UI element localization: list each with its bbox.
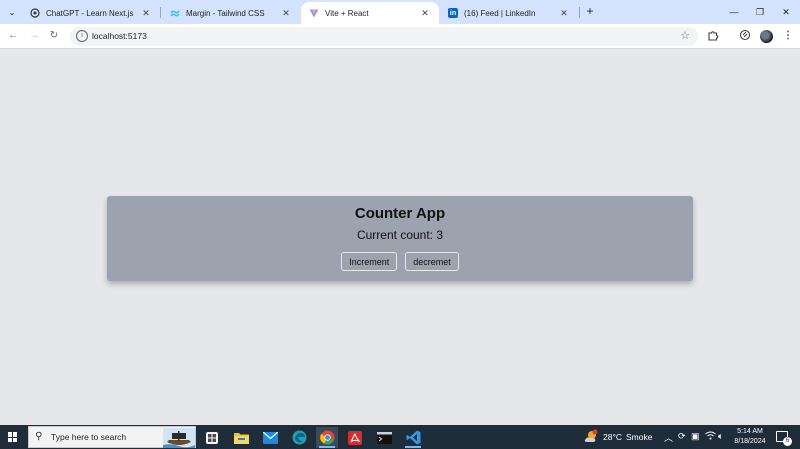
windows-start-icon[interactable] [8,432,18,442]
volume-icon[interactable]: 🔈︎ [718,431,723,442]
vite-favicon-icon [309,8,319,18]
site-info-icon[interactable]: i [76,30,88,42]
tab-vite-react[interactable]: Vite + React ✕ [301,2,439,24]
profile-avatar[interactable] [760,30,773,43]
restore-icon[interactable]: ❐ [746,2,774,22]
address-url[interactable]: localhost:5173 [92,30,147,43]
sync-status-icon[interactable]: ⟳ [678,431,686,442]
search-placeholder: Type here to search [51,432,127,442]
clock-date: 8/18/2024 [734,438,766,445]
decrement-button[interactable]: decremet [405,252,459,271]
terminal-icon[interactable] [373,427,395,448]
increment-button[interactable]: Increment [341,252,398,271]
wifi-icon[interactable] [705,431,716,442]
reload-icon[interactable]: ↻ [47,29,61,43]
acrobat-reader-icon[interactable] [344,427,366,448]
tab-close-icon[interactable]: ✕ [558,8,570,19]
tab-divider [579,7,580,18]
browser-tab-strip: ⌄ ChatGPT - Learn Next.js ✕ Margin - Tai… [0,0,800,24]
bookmark-star-icon[interactable]: ☆ [680,29,690,42]
task-view-icon[interactable] [201,427,223,448]
back-arrow-icon[interactable]: ← [6,29,20,43]
tab-linkedin[interactable]: in (16) Feed | LinkedIn ✕ [440,2,578,24]
counter-card: Counter App Current count: 3 Increment d… [107,196,693,281]
edge-browser-icon[interactable] [288,427,310,448]
address-bar[interactable]: i localhost:5173 ☆ [70,27,698,46]
weather-sun-icon[interactable] [584,429,598,445]
chatgpt-favicon-icon [30,8,40,18]
notification-center-icon[interactable]: 6 [776,431,792,446]
vscode-icon[interactable] [402,427,424,448]
tab-title: (16) Feed | LinkedIn [464,8,536,18]
extensions-puzzle-icon[interactable] [706,29,720,43]
tab-divider [160,7,161,18]
tailwind-favicon-icon [170,8,180,18]
current-count-text: Current count: 3 [356,228,444,242]
tab-title: ChatGPT - Learn Next.js [46,8,134,18]
clock-time: 5:14 AM [737,428,763,435]
file-explorer-icon[interactable] [230,427,252,448]
tab-close-icon[interactable]: ✕ [140,8,152,19]
show-hidden-icons-chevron-icon[interactable]: ︿ [664,431,673,444]
forward-arrow-icon[interactable]: → [27,29,41,43]
search-icon: ⚲ [35,431,43,442]
search-highlight-ship-icon [163,428,195,448]
window-close-icon[interactable]: ✕ [772,2,800,22]
new-tab-plus-icon[interactable]: + [583,4,597,18]
browser-toolbar: ← → ↻ i localhost:5173 ☆ ⋮ [0,24,800,49]
tab-close-icon[interactable]: ✕ [280,8,292,19]
tab-tailwind[interactable]: Margin - Tailwind CSS ✕ [162,2,300,24]
mail-icon[interactable] [259,427,281,448]
app-title: Counter App [354,205,446,222]
minimize-icon[interactable]: — [720,2,748,22]
system-clock[interactable]: 5:14 AM 8/18/2024 [730,427,770,447]
windows-taskbar: ⚲ Type here to search 28°C Smoke ︿ ⟳ ▣ 🔈… [0,425,800,449]
tab-chatgpt[interactable]: ChatGPT - Learn Next.js ✕ [22,2,160,24]
security-icon[interactable]: ▣ [691,431,700,442]
weather-temperature[interactable]: 28°C [603,432,622,442]
counter-buttons: Increment decremet [107,252,693,271]
weather-description[interactable]: Smoke [626,432,652,442]
tab-search-chevron-icon[interactable]: ⌄ [4,4,20,20]
linkedin-favicon-icon: in [448,8,458,18]
more-menu-icon[interactable]: ⋮ [781,29,795,43]
taskbar-search-box[interactable]: ⚲ Type here to search [28,426,196,448]
tab-title: Vite + React [325,8,369,18]
sync-circle-icon[interactable] [738,29,752,43]
tab-close-icon[interactable]: ✕ [419,8,431,19]
chrome-browser-icon[interactable] [316,427,338,448]
notification-count-badge: 6 [783,437,792,446]
tab-title: Margin - Tailwind CSS [186,8,265,18]
